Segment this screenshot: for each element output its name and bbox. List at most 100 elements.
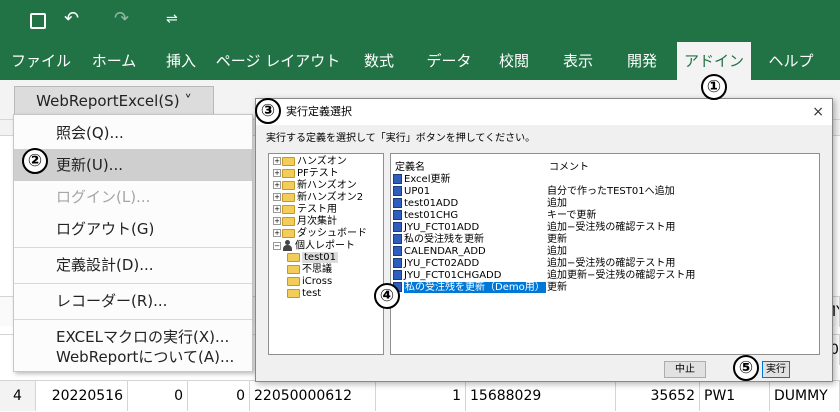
tree-item[interactable]: + PFテスト <box>273 168 339 180</box>
document-icon <box>393 270 402 280</box>
tab-insert[interactable]: 挿入 <box>154 42 208 80</box>
callout-badge-1: ① <box>701 74 727 100</box>
expand-icon[interactable]: + <box>273 193 281 201</box>
folder-icon <box>287 276 300 286</box>
menu-item-update[interactable]: 更新(U)... <box>14 149 252 181</box>
tab-review[interactable]: 校閲 <box>488 42 540 80</box>
folder-icon <box>282 180 295 190</box>
document-icon <box>393 234 402 244</box>
tree-item[interactable]: + ダッシュボード <box>273 228 367 240</box>
list-item-selected[interactable]: 私の受注残を更新（Demo用） 更新 <box>391 282 819 294</box>
folder-icon <box>287 264 300 274</box>
definition-tree[interactable]: + ハンズオン + PFテスト + 新ハンズオン + 新ハンズオン2 + テスト用 + 月次… <box>268 153 384 355</box>
expand-icon[interactable]: + <box>273 229 281 237</box>
cell[interactable]: 22050000612 <box>250 381 376 411</box>
excel-window: ↶ ↷ ⇌ ファイル ホーム 挿入 ページ レイアウト 数式 データ 校閲 表示… <box>0 0 840 412</box>
collapse-icon[interactable]: − <box>273 241 281 250</box>
list-item[interactable]: JYU_FCT02ADD 追加−受注残の確認テスト用 <box>391 258 819 270</box>
menu-item-login: ログイン(L)... <box>56 188 151 206</box>
expand-icon[interactable]: + <box>273 169 281 177</box>
folder-icon <box>282 204 295 214</box>
document-icon <box>393 246 402 256</box>
folder-icon <box>287 252 300 262</box>
folder-icon <box>282 168 295 178</box>
webreport-menu: 照会(Q)... 更新(U)... ログイン(L)... ログアウト(G) 定義… <box>13 114 253 372</box>
expand-icon[interactable]: + <box>273 205 281 213</box>
close-icon[interactable]: × <box>812 99 824 125</box>
cell[interactable]: 0 <box>188 381 250 411</box>
tree-item[interactable]: test <box>287 288 321 300</box>
run-button[interactable]: 実行 <box>762 361 790 378</box>
definition-list[interactable]: 定義名 コメント Excel更新 UP01 自分で作ったTEST01へ追加 tes… <box>390 153 820 355</box>
quick-access-toolbar: ↶ ↷ ⇌ <box>0 0 840 42</box>
tree-item[interactable]: 不思議 <box>287 264 332 276</box>
folder-icon <box>287 288 300 298</box>
tree-item[interactable]: + 新ハンズオン <box>273 180 357 192</box>
callout-badge-5: ⑤ <box>733 355 759 381</box>
document-icon <box>393 258 402 268</box>
folder-icon <box>282 192 295 202</box>
list-item[interactable]: 私の受注残を更新 更新 <box>391 234 819 246</box>
document-icon <box>393 222 402 232</box>
tree-item[interactable]: + ハンズオン <box>273 156 347 168</box>
callout-badge-2: ② <box>22 148 48 174</box>
column-header-comment[interactable]: コメント <box>549 158 589 173</box>
column-header-name[interactable]: 定義名 <box>395 158 425 173</box>
callout-badge-4: ④ <box>374 283 400 309</box>
person-icon <box>282 240 293 251</box>
list-item[interactable]: CALENDAR_ADD 追加 <box>391 246 819 258</box>
cell[interactable]: 1 <box>376 381 466 411</box>
menu-item-about[interactable]: WebReportについて(A)... <box>14 341 252 373</box>
menu-item-query[interactable]: 照会(Q)... <box>14 117 252 149</box>
save-icon[interactable] <box>30 13 46 29</box>
expand-icon[interactable]: + <box>273 217 281 225</box>
webreportexcel-dropdown-button[interactable]: WebReportExcel(S) ˅ <box>14 86 214 116</box>
tab-developer[interactable]: 開発 <box>614 42 670 80</box>
menu-item-recorder[interactable]: レコーダー(R)... <box>14 285 252 317</box>
definition-select-dialog: 実行定義選択 × 実行する定義を選択して「実行」ボタンを押してください。 + ハン… <box>255 98 833 382</box>
tab-data[interactable]: データ <box>416 42 482 80</box>
row-header[interactable]: 4 <box>0 381 36 411</box>
list-item[interactable]: test01ADD 追加 <box>391 198 819 210</box>
tab-help[interactable]: ヘルプ <box>760 42 822 80</box>
document-icon <box>393 210 402 220</box>
cell[interactable]: 35652 <box>616 381 700 411</box>
customize-qat-icon[interactable]: ⇌ <box>166 11 178 27</box>
list-item[interactable]: UP01 自分で作ったTEST01へ追加 <box>391 186 819 198</box>
tab-view[interactable]: 表示 <box>550 42 606 80</box>
list-item[interactable]: Excel更新 <box>391 174 819 186</box>
cancel-button[interactable]: 中止 <box>664 361 706 378</box>
expand-icon[interactable]: + <box>273 181 281 189</box>
dialog-title: 実行定義選択 <box>256 99 832 125</box>
menu-separator <box>14 319 252 320</box>
cell[interactable]: 0 <box>128 381 188 411</box>
tree-item[interactable]: iCross <box>287 276 332 288</box>
undo-icon[interactable]: ↶ <box>64 8 79 29</box>
tab-home[interactable]: ホーム <box>82 42 146 80</box>
cell[interactable]: PW1 <box>700 381 770 411</box>
menu-item-logout[interactable]: ログアウト(G) <box>14 213 252 245</box>
cell[interactable]: 20220516 <box>36 381 128 411</box>
document-icon <box>393 198 402 208</box>
folder-icon <box>282 216 295 226</box>
tree-item-selected[interactable]: test01 <box>287 252 338 264</box>
document-icon <box>393 174 402 184</box>
tree-item[interactable]: + 月次集計 <box>273 216 337 228</box>
tree-item[interactable]: − 個人レポート <box>273 240 355 252</box>
cell[interactable]: DUMMY <box>770 381 840 411</box>
menu-separator <box>14 283 252 284</box>
tree-item[interactable]: + テスト用 <box>273 204 337 216</box>
cell[interactable]: 15688029 <box>466 381 616 411</box>
tab-page-layout[interactable]: ページ レイアウト <box>214 42 342 80</box>
list-item[interactable]: test01CHG キーで更新 <box>391 210 819 222</box>
list-item[interactable]: JYU_FCT01CHGADD 追加更新−受注残の確認テスト用 <box>391 270 819 282</box>
redo-icon[interactable]: ↷ <box>114 8 129 29</box>
table-row: 4 20220516 0 0 22050000612 1 15688029 35… <box>0 380 840 411</box>
callout-badge-3: ③ <box>255 98 281 124</box>
list-item[interactable]: JYU_FCT01ADD 追加−受注残の確認テスト用 <box>391 222 819 234</box>
expand-icon[interactable]: + <box>273 157 281 165</box>
menu-item-definition-design[interactable]: 定義設計(D)... <box>14 249 252 281</box>
tab-formulas[interactable]: 数式 <box>350 42 408 80</box>
tree-item[interactable]: + 新ハンズオン2 <box>273 192 363 204</box>
tab-file[interactable]: ファイル <box>10 42 72 80</box>
